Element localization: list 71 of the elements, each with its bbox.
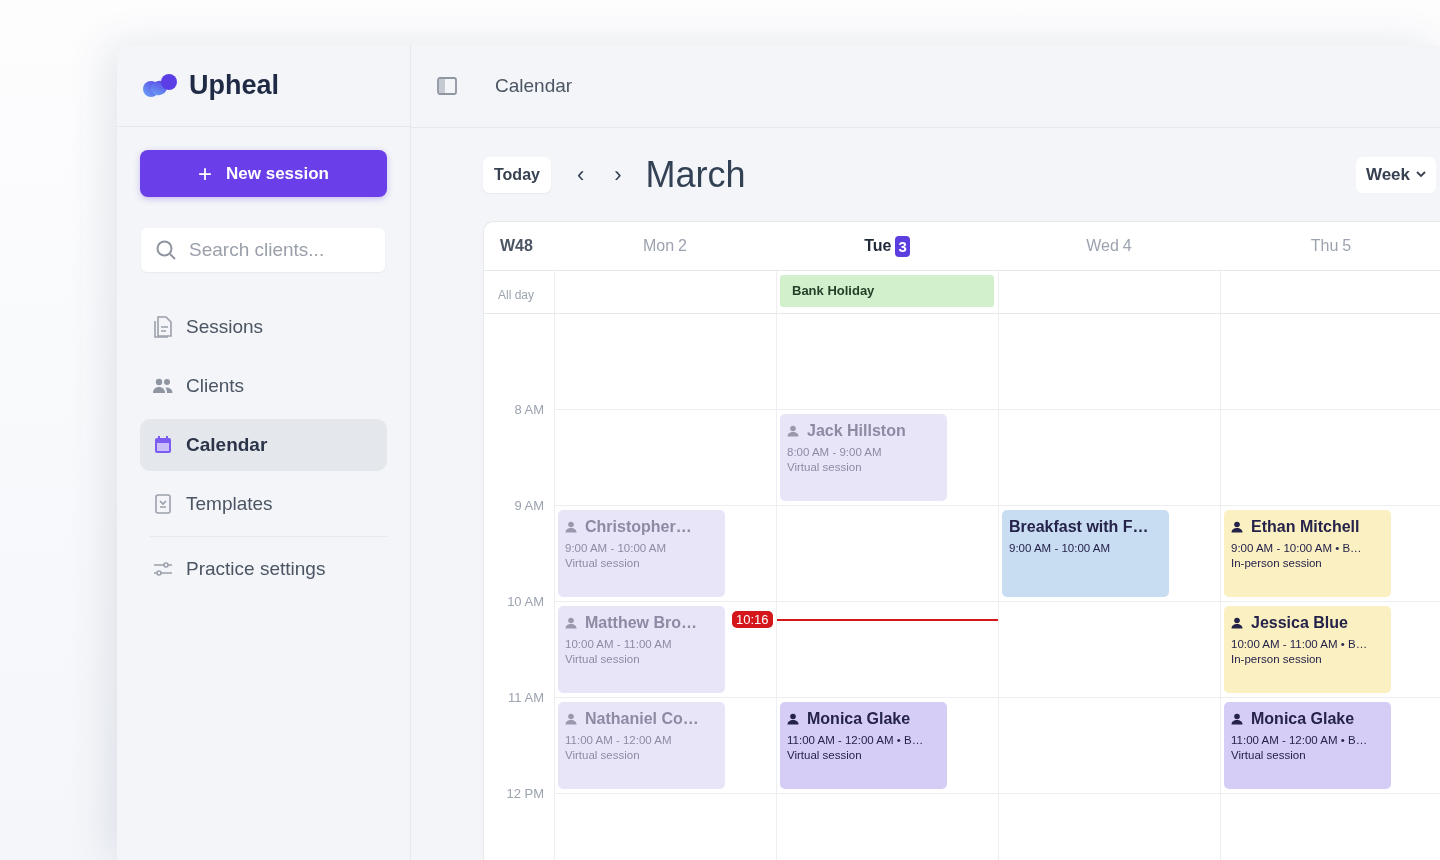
nav-item[interactable]: Calendar <box>140 419 387 471</box>
hour-label: 8 AM <box>514 402 544 417</box>
event-title: Breakfast with F… <box>1009 518 1149 536</box>
session-card[interactable]: Monica Glake 11:00 AM - 12:00 AM • B… Virtual session <box>1224 702 1391 789</box>
sliders-icon <box>152 559 174 579</box>
event-card[interactable]: Breakfast with F… 9:00 AM - 10:00 AM <box>1002 510 1169 597</box>
event-time: 8:00 AM - 9:00 AM <box>787 446 883 458</box>
session-type: In-person session <box>1231 557 1323 569</box>
month-title: March <box>645 153 746 196</box>
next-button[interactable]: › <box>610 161 626 188</box>
hour-label: 10 AM <box>507 594 544 609</box>
sidebar-toggle-icon[interactable] <box>437 77 457 95</box>
previous-button[interactable]: ‹ <box>572 161 589 188</box>
document-icon <box>152 315 174 339</box>
session-type: In-person session <box>1231 653 1323 665</box>
calendar-icon <box>152 435 174 455</box>
logo-icon <box>141 71 179 100</box>
nav-item[interactable]: Templates <box>140 478 387 530</box>
nav-item[interactable]: Practice settings <box>140 543 387 595</box>
session-type: Virtual session <box>1231 749 1307 761</box>
session-type: Virtual session <box>565 557 641 569</box>
hour-label: 9 AM <box>514 498 544 513</box>
page-title: Calendar <box>495 75 573 97</box>
event-title: Nathaniel Co… <box>585 710 699 728</box>
current-time-badge: 10:16 <box>732 611 773 628</box>
event-title: Christopher… <box>585 518 692 536</box>
today-button[interactable]: Today <box>483 156 551 193</box>
session-type: Virtual session <box>787 749 863 761</box>
session-card[interactable]: Ethan Mitchell 9:00 AM - 10:00 AM • B… In-person session <box>1224 510 1391 597</box>
session-type: Virtual session <box>565 653 641 665</box>
person-icon <box>565 617 577 629</box>
event-time: 11:00 AM - 12:00 AM • B… <box>1231 734 1369 746</box>
template-icon <box>152 493 174 515</box>
person-icon <box>1231 521 1243 533</box>
search-field[interactable]: Search clients... <box>141 228 385 272</box>
session-type: Virtual session <box>787 461 863 473</box>
event-time: 9:00 AM - 10:00 AM • B… <box>1231 542 1363 554</box>
hour-label: 11 AM <box>508 690 544 705</box>
event-time: 9:00 AM - 10:00 AM <box>565 542 667 554</box>
event-title: Jack Hillston <box>807 422 906 440</box>
session-card[interactable]: Jessica Blue 10:00 AM - 11:00 AM • B… In-person session <box>1224 606 1391 693</box>
event-time: 10:00 AM - 11:00 AM <box>565 638 673 650</box>
session-card[interactable]: Monica Glake 11:00 AM - 12:00 AM • B… Virtual session <box>780 702 947 789</box>
hour-label: 12 PM <box>506 786 544 801</box>
day-header[interactable]: Tue 3 <box>776 235 998 257</box>
nav-item[interactable]: Clients <box>140 360 387 412</box>
person-icon <box>787 713 799 725</box>
person-icon <box>1231 713 1243 725</box>
view-dropdown[interactable]: Week <box>1355 156 1436 193</box>
event-title: Monica Glake <box>807 710 911 728</box>
nav-item[interactable]: Sessions <box>140 301 387 353</box>
event-time: 10:00 AM - 11:00 AM • B… <box>1231 638 1369 650</box>
person-icon <box>565 713 577 725</box>
session-type: Virtual session <box>565 749 641 761</box>
all-day-label: All day <box>498 288 535 302</box>
people-icon <box>152 377 174 395</box>
event-time: 9:00 AM - 10:00 AM <box>1009 542 1111 554</box>
chevron-down-icon <box>1416 171 1426 178</box>
event-title: Matthew Bro… <box>585 614 697 632</box>
person-icon <box>1231 617 1243 629</box>
person-icon <box>565 521 577 533</box>
new-session-button[interactable]: + New session <box>140 150 387 197</box>
brand-name: Upheal <box>189 70 280 101</box>
week-number: W48 <box>499 237 534 255</box>
person-icon <box>787 425 799 437</box>
event-time: 11:00 AM - 12:00 AM • B… <box>787 734 925 746</box>
event-title: Jessica Blue <box>1251 614 1348 632</box>
all-day-event[interactable]: Bank Holiday <box>780 275 994 307</box>
event-title: Ethan Mitchell <box>1251 518 1360 536</box>
event-title: Monica Glake <box>1251 710 1355 728</box>
event-time: 11:00 AM - 12:00 AM <box>565 734 673 746</box>
